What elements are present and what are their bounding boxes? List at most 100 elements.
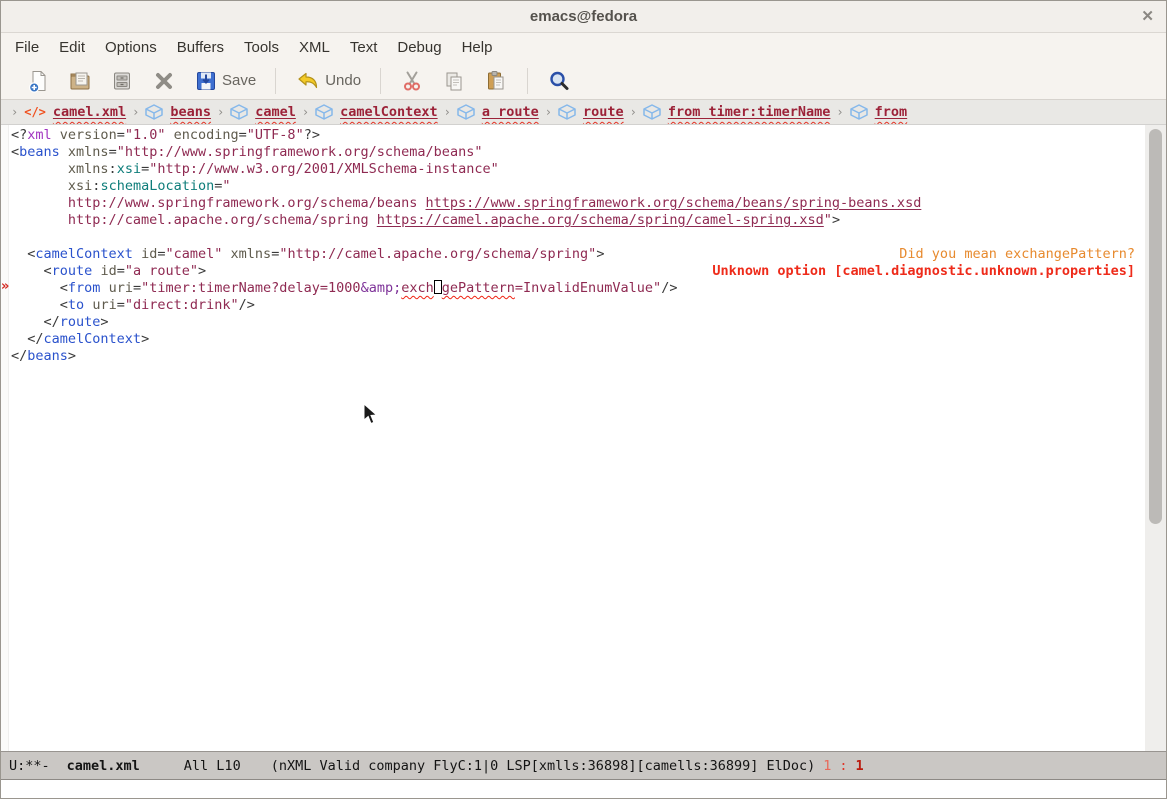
cube-icon: [145, 104, 163, 120]
cube-icon: [457, 104, 475, 120]
modeline-coding-flags: U:**-: [9, 758, 50, 774]
code-line: <beans xmlns="http://www.springframework…: [11, 144, 1145, 161]
breadcrumb-separator: ›: [5, 105, 24, 119]
breadcrumb-item-from-timer-timername[interactable]: from timer:timerName: [643, 104, 831, 120]
cut-button[interactable]: [391, 66, 433, 96]
breadcrumb-separator: ›: [211, 105, 230, 119]
breadcrumb-item-from[interactable]: from: [850, 104, 908, 120]
menu-bar: FileEditOptionsBuffersToolsXMLTextDebugH…: [1, 33, 1166, 62]
menu-item-xml[interactable]: XML: [289, 35, 340, 60]
menu-item-tools[interactable]: Tools: [234, 35, 289, 60]
code-line: </route>: [11, 314, 1145, 331]
code-line: <to uri="direct:drink"/>: [11, 297, 1145, 314]
breadcrumb-item-a-route[interactable]: a route: [457, 104, 539, 120]
undo-button-label: Undo: [325, 72, 361, 89]
modeline-buffer-name[interactable]: camel.xml: [67, 758, 140, 774]
buffer-text[interactable]: <?xml version="1.0" encoding="UTF-8"?><b…: [1, 125, 1145, 751]
breadcrumb-label: camelContext: [340, 104, 438, 120]
lsp-error-annotation: Unknown option [camel.diagnostic.unknown…: [712, 263, 1135, 280]
close-buffer-button[interactable]: [143, 66, 185, 96]
scrollbar-track[interactable]: [1145, 125, 1166, 751]
modeline-position: All L10: [184, 758, 241, 774]
breadcrumb-separator: ›: [438, 105, 457, 119]
emacs-window: emacs@fedora ✕ FileEditOptionsBuffersToo…: [0, 0, 1167, 799]
modeline-warning-count: 1: [856, 758, 864, 774]
menu-item-file[interactable]: File: [5, 35, 49, 60]
text-cursor: [434, 280, 442, 294]
scrollbar-thumb[interactable]: [1149, 129, 1162, 524]
close-buffer-icon: [152, 69, 176, 93]
menu-item-help[interactable]: Help: [452, 35, 503, 60]
menu-item-buffers[interactable]: Buffers: [167, 35, 234, 60]
toolbar-separator: [527, 68, 528, 94]
menu-item-text[interactable]: Text: [340, 35, 388, 60]
breadcrumb-label: from: [875, 104, 908, 120]
paste-icon: [484, 69, 508, 93]
breadcrumb-item-camel-xml[interactable]: </> camel.xml: [24, 104, 126, 120]
toolbar-separator: [275, 68, 276, 94]
undo-icon: [295, 69, 321, 93]
cube-icon: [558, 104, 576, 120]
menu-item-edit[interactable]: Edit: [49, 35, 95, 60]
breadcrumb-label: camel: [255, 104, 296, 120]
modeline-modes[interactable]: (nXML Valid company FlyC:1|0 LSP[xmlls:3…: [271, 758, 816, 774]
search-button[interactable]: [538, 66, 580, 96]
directory-icon: [110, 69, 134, 93]
breadcrumb-separator: ›: [539, 105, 558, 119]
cube-icon: [315, 104, 333, 120]
breadcrumb-label: beans: [170, 104, 211, 120]
paste-button[interactable]: [475, 66, 517, 96]
menu-item-options[interactable]: Options: [95, 35, 167, 60]
breadcrumb-label: route: [583, 104, 624, 120]
cube-icon: [850, 104, 868, 120]
breadcrumb-separator: ›: [296, 105, 315, 119]
code-line: http://www.springframework.org/schema/be…: [11, 195, 1145, 212]
breadcrumb-label: camel.xml: [53, 104, 126, 120]
menu-item-debug[interactable]: Debug: [387, 35, 451, 60]
breadcrumb-separator: ›: [830, 105, 849, 119]
modeline-error-count: 1: [823, 758, 831, 774]
breadcrumb-item-camelcontext[interactable]: camelContext: [315, 104, 438, 120]
editor-area: » <?xml version="1.0" encoding="UTF-8"?>…: [1, 125, 1166, 751]
code-line: xmlns:xsi="http://www.w3.org/2001/XMLSch…: [11, 161, 1145, 178]
tool-bar: Save Undo: [1, 62, 1166, 100]
breadcrumb-item-beans[interactable]: beans: [145, 104, 211, 120]
open-file-icon: [68, 69, 92, 93]
breadcrumb-item-route[interactable]: route: [558, 104, 624, 120]
open-file-button[interactable]: [59, 66, 101, 96]
cube-icon: [230, 104, 248, 120]
code-line: http://camel.apache.org/schema/spring ht…: [11, 212, 1145, 229]
code-line: [11, 229, 1145, 246]
search-icon: [547, 69, 571, 93]
undo-button[interactable]: Undo: [286, 66, 370, 96]
mouse-cursor: [363, 403, 379, 430]
title-bar: emacs@fedora ✕: [1, 1, 1166, 33]
code-line: </camelContext>: [11, 331, 1145, 348]
directory-button[interactable]: [101, 66, 143, 96]
breadcrumb-label: a route: [482, 104, 539, 120]
code-line: <?xml version="1.0" encoding="UTF-8"?>: [11, 127, 1145, 144]
echo-area[interactable]: [1, 780, 1166, 799]
lsp-hint-annotation: Did you mean exchangePattern?: [899, 246, 1135, 263]
modeline-count-separator: :: [839, 758, 847, 774]
breadcrumb-label: from timer:timerName: [668, 104, 831, 120]
window-title: emacs@fedora: [1, 8, 1166, 25]
code-line: <from uri="timer:timerName?delay=1000&am…: [11, 280, 1145, 297]
breadcrumb: ›</>camel.xml›beans›camel›camelContext›a…: [1, 100, 1166, 125]
save-button[interactable]: Save: [185, 66, 265, 96]
code-icon: </>: [24, 105, 46, 119]
code-line: </beans>: [11, 348, 1145, 365]
breadcrumb-separator: ›: [624, 105, 643, 119]
copy-icon: [442, 69, 466, 93]
new-file-icon: [26, 69, 50, 93]
cut-icon: [400, 69, 424, 93]
toolbar-separator: [380, 68, 381, 94]
mode-line: U:**- camel.xml All L10 (nXML Valid comp…: [1, 751, 1166, 780]
new-file-button[interactable]: [17, 66, 59, 96]
breadcrumb-separator: ›: [126, 105, 145, 119]
breadcrumb-item-camel[interactable]: camel: [230, 104, 296, 120]
close-icon[interactable]: ✕: [1141, 7, 1154, 25]
code-line: xsi:schemaLocation=": [11, 178, 1145, 195]
copy-button[interactable]: [433, 66, 475, 96]
save-button-label: Save: [222, 72, 256, 89]
